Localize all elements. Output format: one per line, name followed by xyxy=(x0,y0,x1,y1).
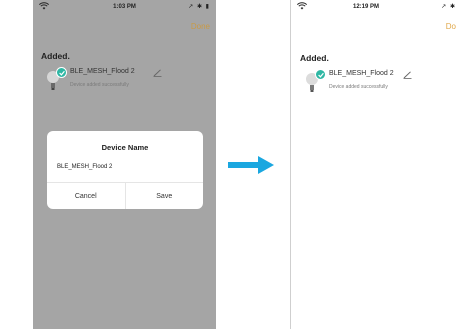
edit-pencil-icon[interactable] xyxy=(153,69,162,77)
device-name-dialog: Device Name BLE_MESH_Flood 2 Cancel Save xyxy=(47,131,203,209)
device-row: BLE_MESH_Flood 2 Device added successful… xyxy=(300,69,458,101)
arrow-right-icon xyxy=(228,156,274,174)
status-bar: 12:19 PM ↗ ✱ xyxy=(291,0,458,14)
edit-pencil-icon[interactable] xyxy=(403,71,412,79)
device-row: BLE_MESH_Flood 2 Device added successful… xyxy=(41,67,211,99)
cancel-button[interactable]: Cancel xyxy=(47,183,126,209)
phone-screen-before: 1:03 PM ↗ ✱ ▮ Done Added. BLE_MESH_Flood… xyxy=(33,0,216,329)
check-icon xyxy=(56,67,67,78)
device-status-text: Device added successfully xyxy=(329,84,388,90)
section-title: Added. xyxy=(41,51,70,61)
dialog-actions: Cancel Save xyxy=(47,182,203,209)
wifi-icon xyxy=(297,2,307,10)
device-name: BLE_MESH_Flood 2 xyxy=(329,70,394,77)
save-button[interactable]: Save xyxy=(126,183,204,209)
phone-screen-after: 12:19 PM ↗ ✱ Do Added. BLE_MESH_Flood 2 … xyxy=(290,0,458,329)
device-name-input[interactable]: BLE_MESH_Flood 2 xyxy=(57,164,112,170)
section-title: Added. xyxy=(300,53,329,63)
device-status-text: Device added successfully xyxy=(70,82,129,88)
status-indicators: ↗ ✱ xyxy=(441,4,456,10)
status-indicators: ↗ ✱ ▮ xyxy=(188,4,210,10)
status-bar: 1:03 PM ↗ ✱ ▮ xyxy=(33,0,216,14)
done-button[interactable]: Done xyxy=(191,22,210,31)
device-name: BLE_MESH_Flood 2 xyxy=(70,68,135,75)
done-button[interactable]: Do xyxy=(446,22,456,31)
check-icon xyxy=(315,69,326,80)
dialog-title: Device Name xyxy=(101,143,149,152)
